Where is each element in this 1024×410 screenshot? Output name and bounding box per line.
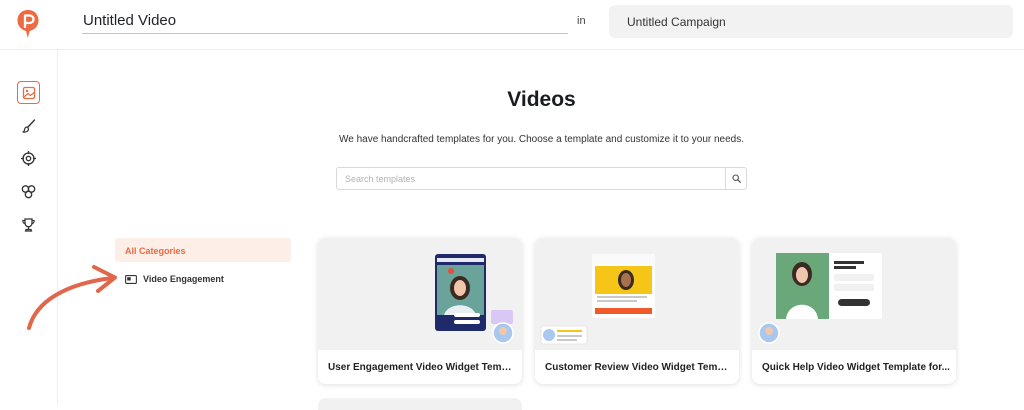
category-video-engagement[interactable]: Video Engagement	[125, 272, 224, 286]
brand-logo-icon[interactable]	[16, 9, 40, 39]
sidebar-item-targeting[interactable]	[17, 147, 40, 170]
video-widget-preview	[435, 254, 514, 344]
template-thumbnail	[752, 238, 956, 350]
template-thumbnail	[535, 238, 739, 350]
integrations-icon	[21, 185, 36, 199]
category-label: Video Engagement	[143, 274, 224, 284]
image-icon	[22, 86, 35, 99]
target-icon	[21, 151, 36, 166]
sidebar-item-goals[interactable]	[17, 213, 40, 236]
sidebar-nav	[0, 50, 58, 405]
template-card[interactable]: Quick Help Video Widget Template for...	[752, 238, 956, 384]
help-widget-preview	[758, 253, 882, 344]
template-title: User Engagement Video Widget Template	[328, 362, 516, 373]
template-thumbnail	[318, 238, 522, 350]
video-card-icon	[125, 274, 137, 284]
template-title: Quick Help Video Widget Template for...	[762, 362, 950, 373]
page-title: Videos	[507, 88, 576, 111]
sidebar-item-integrations[interactable]	[17, 180, 40, 203]
pointer-arrow-icon	[27, 265, 117, 330]
sidebar-item-design[interactable]	[17, 114, 40, 137]
template-card[interactable]: User Engagement Video Widget Template	[318, 238, 522, 384]
search-input[interactable]	[337, 168, 726, 189]
in-label: in	[577, 15, 586, 27]
trophy-icon	[22, 217, 35, 232]
sidebar-item-templates[interactable]	[17, 81, 40, 104]
template-title: Customer Review Video Widget Template	[545, 362, 733, 373]
category-all[interactable]: All Categories	[115, 238, 291, 262]
page-subtitle: We have handcrafted templates for you. C…	[338, 134, 745, 145]
template-card-partial[interactable]	[318, 398, 522, 410]
campaign-selector[interactable]: Untitled Campaign	[609, 5, 1013, 38]
top-bar: in Untitled Campaign	[0, 0, 1024, 50]
brush-icon	[21, 118, 35, 133]
template-search	[336, 167, 747, 190]
search-icon	[731, 174, 741, 183]
review-widget-preview	[540, 254, 655, 345]
video-title-input[interactable]	[82, 8, 568, 34]
search-button[interactable]	[725, 168, 746, 189]
template-card[interactable]: Customer Review Video Widget Template	[535, 238, 739, 384]
